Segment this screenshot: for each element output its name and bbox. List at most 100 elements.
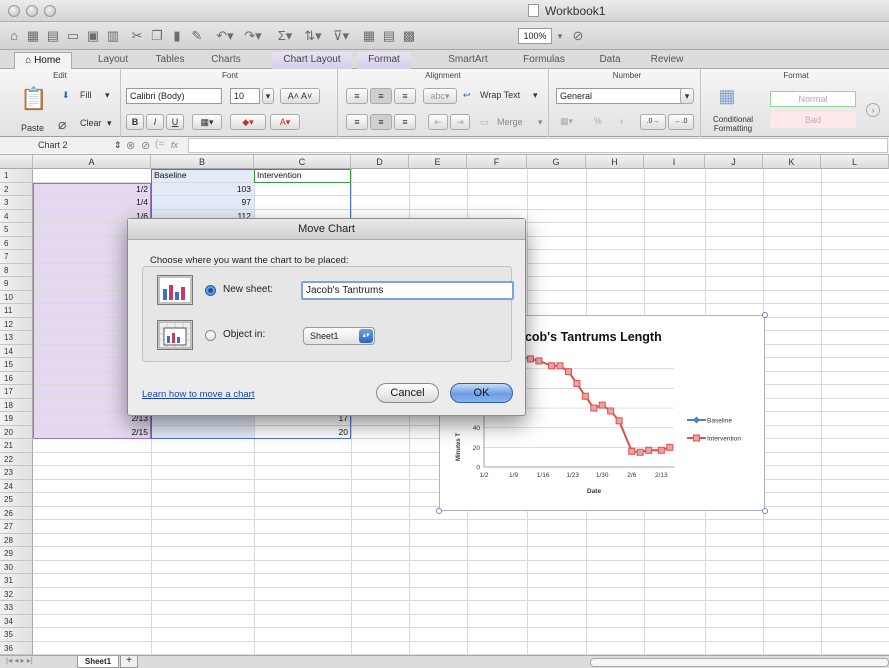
column-header-i[interactable]: I [644, 155, 705, 169]
column-header-f[interactable]: F [467, 155, 527, 169]
row-header[interactable]: 5 [0, 223, 33, 237]
row-header[interactable]: 36 [0, 641, 33, 655]
tab-review[interactable]: Review [643, 52, 691, 69]
clear-dropdown-icon[interactable]: ▾ [107, 118, 112, 129]
align-top-button[interactable]: ≡ [346, 88, 368, 104]
row-header[interactable]: 22 [0, 452, 33, 466]
toolbar-toggle-icon[interactable]: ⌂ [6, 27, 22, 45]
cell-c20[interactable]: 20 [254, 427, 348, 438]
horizontal-scrollbar[interactable] [590, 658, 889, 667]
formula-input[interactable] [188, 138, 888, 153]
add-sheet-button[interactable]: + [120, 656, 138, 668]
merge-button[interactable]: Merge [497, 117, 523, 127]
row-header[interactable]: 11 [0, 304, 33, 318]
zoom-field[interactable]: 100% [518, 28, 552, 44]
column-header-a[interactable]: A [33, 155, 151, 169]
row-header[interactable]: 31 [0, 574, 33, 588]
align-center-button[interactable]: ≡ [370, 114, 392, 130]
media-icon[interactable]: ▩ [400, 27, 418, 45]
borders-button[interactable]: ▦▾ [192, 114, 222, 130]
font-size-field[interactable]: 10 [230, 88, 260, 104]
object-in-sheet-select[interactable]: Sheet1 ▴▾ [303, 327, 375, 345]
font-grow-shrink-buttons[interactable]: A˄ A˅ [280, 88, 320, 104]
row-header[interactable]: 6 [0, 236, 33, 250]
new-workbook-icon[interactable]: ▦ [24, 27, 42, 45]
row-header[interactable]: 23 [0, 466, 33, 480]
new-sheet-name-input[interactable]: Jacob's Tantrums [301, 281, 514, 300]
fill-color-button[interactable]: ◆▾ [230, 114, 266, 130]
fill-button[interactable]: Fill [80, 90, 92, 100]
align-right-button[interactable]: ≡ [394, 114, 416, 130]
accounting-format-icon[interactable]: ▦▾ [560, 116, 573, 127]
underline-button[interactable]: U [166, 114, 184, 130]
number-format-field[interactable]: General [556, 88, 688, 104]
column-header-j[interactable]: J [705, 155, 763, 169]
align-middle-button[interactable]: ≡ [370, 88, 392, 104]
comma-style-button[interactable]: › [620, 116, 623, 126]
row-header[interactable]: 32 [0, 587, 33, 601]
decrease-indent-button[interactable]: ⇤ [428, 114, 448, 130]
font-name-field[interactable]: Calibri (Body) [126, 88, 222, 104]
tab-formulas[interactable]: Formulas [516, 52, 572, 69]
help-icon[interactable]: ⊘ [570, 27, 586, 45]
redo-icon[interactable]: ↷▾ [240, 27, 266, 45]
format-painter-icon[interactable]: ✎ [188, 27, 206, 45]
cell-b1[interactable]: Baseline [154, 170, 187, 181]
copy-icon[interactable]: ❐ [148, 27, 166, 45]
bold-button[interactable]: B [126, 114, 144, 130]
decrease-decimal-button[interactable]: ←.0 [668, 114, 694, 130]
orientation-button[interactable]: abc▾ [423, 88, 457, 104]
new-sheet-radio[interactable] [205, 285, 216, 296]
open-icon[interactable]: ▭ [64, 27, 82, 45]
row-header[interactable]: 19 [0, 412, 33, 426]
clear-button[interactable]: Clear [80, 118, 102, 128]
learn-move-chart-link[interactable]: Learn how to move a chart [142, 389, 254, 400]
row-header[interactable]: 28 [0, 533, 33, 547]
font-color-button[interactable]: A▾ [270, 114, 300, 130]
row-header[interactable]: 30 [0, 560, 33, 574]
column-header-e[interactable]: E [409, 155, 467, 169]
style-normal-swatch[interactable]: Normal [770, 91, 856, 107]
save-icon[interactable]: ▣ [84, 27, 102, 45]
conditional-formatting-icon[interactable]: ▦ [712, 82, 742, 112]
paste-clipboard-icon[interactable]: 📋 [20, 85, 47, 115]
italic-button[interactable]: I [146, 114, 164, 130]
cut-icon[interactable]: ✂ [128, 27, 146, 45]
row-header[interactable]: 27 [0, 520, 33, 534]
tab-layout[interactable]: Layout [90, 52, 136, 69]
tab-data[interactable]: Data [592, 52, 628, 69]
tab-smartart[interactable]: SmartArt [440, 52, 496, 69]
row-header[interactable]: 26 [0, 506, 33, 520]
tab-home[interactable]: ⌂ Home [14, 52, 72, 69]
column-header-b[interactable]: B [151, 155, 254, 169]
row-header[interactable]: 1 [0, 169, 33, 183]
row-header[interactable]: 17 [0, 385, 33, 399]
cell-b3[interactable]: 97 [151, 197, 251, 208]
name-box-stepper-icon[interactable]: ⇕ [114, 140, 122, 151]
row-header[interactable]: 3 [0, 196, 33, 210]
gallery-icon[interactable]: ▦ [360, 27, 378, 45]
row-header[interactable]: 18 [0, 398, 33, 412]
close-window-button[interactable] [8, 5, 20, 17]
percent-style-button[interactable]: % [594, 116, 602, 126]
row-header[interactable]: 4 [0, 209, 33, 223]
styles-scroll-right-icon[interactable]: › [866, 103, 880, 117]
templates-icon[interactable]: ▤ [44, 27, 62, 45]
row-header[interactable]: 24 [0, 479, 33, 493]
tab-tables[interactable]: Tables [148, 52, 192, 69]
sort-icon[interactable]: ⇅▾ [300, 27, 326, 45]
chart-resize-handle-bl[interactable] [436, 508, 442, 514]
style-bad-swatch[interactable]: Bad [770, 112, 856, 128]
row-header[interactable]: 12 [0, 317, 33, 331]
font-size-dropdown-icon[interactable]: ▾ [262, 88, 274, 104]
column-header-k[interactable]: K [763, 155, 821, 169]
column-header-l[interactable]: L [821, 155, 889, 169]
tab-chart-layout[interactable]: Chart Layout [272, 52, 352, 69]
column-header-c[interactable]: C [254, 155, 351, 169]
align-left-button[interactable]: ≡ [346, 114, 368, 130]
undo-icon[interactable]: ↶▾ [212, 27, 238, 45]
chart-resize-handle-tr[interactable] [762, 312, 768, 318]
fill-dropdown-icon[interactable]: ▾ [105, 90, 110, 101]
row-header[interactable]: 25 [0, 493, 33, 507]
row-header[interactable]: 7 [0, 250, 33, 264]
